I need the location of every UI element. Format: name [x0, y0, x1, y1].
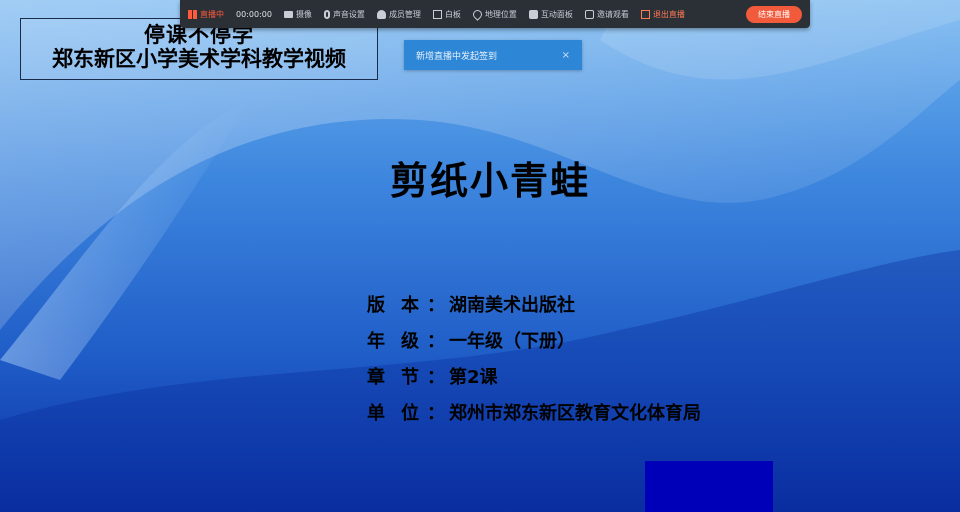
info-value: 一年级（下册） — [449, 331, 575, 352]
info-separator: ： — [427, 367, 445, 388]
notice-text: 新增直播中发起签到 — [416, 51, 498, 62]
video-overlay-block — [645, 461, 773, 512]
info-key-char: 章 — [367, 367, 385, 388]
mic-label: 声音设置 — [332, 9, 365, 19]
members-label: 成员管理 — [388, 9, 421, 19]
info-value: 郑州市郑东新区教育文化体育局 — [449, 403, 701, 424]
location-button[interactable]: 地理位置 — [471, 7, 517, 21]
end-live-button[interactable]: 结束直播 — [746, 5, 802, 23]
notice-close-icon[interactable]: × — [562, 50, 570, 61]
exit-label: 退出直播 — [652, 9, 685, 19]
info-value: 第2课 — [449, 367, 498, 388]
info-key-char: 年 — [367, 331, 385, 352]
members-button[interactable]: 成员管理 — [376, 9, 421, 20]
info-key-char: 单 — [367, 403, 385, 424]
info-separator: ： — [427, 331, 445, 352]
exit-live-button[interactable]: 退出直播 — [640, 9, 685, 20]
info-key: 章节 — [367, 363, 427, 389]
share-button[interactable]: 邀请观看 — [584, 9, 629, 20]
info-key-char: 节 — [401, 367, 419, 388]
whiteboard-button[interactable]: 白板 — [432, 9, 461, 20]
chat-icon — [528, 9, 538, 19]
info-key-char: 级 — [401, 331, 419, 352]
whiteboard-label: 白板 — [444, 9, 461, 19]
camera-icon — [283, 10, 293, 18]
info-separator: ： — [427, 295, 445, 316]
slide-title: 剪纸小青蛙 — [389, 159, 590, 203]
share-icon — [584, 9, 594, 19]
camera-label: 摄像 — [295, 9, 312, 19]
chat-label: 互动面板 — [540, 9, 573, 19]
exit-icon — [640, 9, 650, 19]
live-timer: 00:00:00 — [236, 9, 272, 19]
info-key-char: 版 — [367, 295, 385, 316]
info-key-char: 位 — [401, 403, 419, 424]
watermark-line2: 郑东新区小学美术学科教学视频 — [52, 47, 346, 72]
mic-button[interactable]: 声音设置 — [323, 9, 365, 20]
info-key: 年级 — [367, 327, 427, 353]
chat-button[interactable]: 互动面板 — [528, 9, 573, 20]
microphone-icon — [323, 9, 330, 19]
info-row-chapter: 章节 ： 第2课 — [367, 358, 701, 394]
live-status: 直播中 — [188, 9, 224, 20]
live-status-label: 直播中 — [200, 9, 224, 19]
checkin-notice: 新增直播中发起签到 × — [404, 40, 582, 70]
info-key-char: 本 — [401, 295, 419, 316]
info-key: 版本 — [367, 291, 427, 317]
info-separator: ： — [427, 403, 445, 424]
location-label: 地理位置 — [484, 9, 517, 19]
info-row-unit: 单位 ： 郑州市郑东新区教育文化体育局 — [367, 394, 701, 430]
whiteboard-icon — [432, 9, 442, 19]
info-row-grade: 年级 ： 一年级（下册） — [367, 322, 701, 358]
live-toolbar: 直播中 00:00:00 摄像 声音设置 成员管理 白板 地理位置 互动面板 邀… — [180, 0, 810, 28]
lesson-info: 版本 ： 湖南美术出版社 年级 ： 一年级（下册） 章节 ： 第2课 单位 ： … — [367, 286, 701, 430]
user-icon — [376, 9, 386, 19]
live-bars-icon — [188, 9, 192, 19]
camera-button[interactable]: 摄像 — [283, 9, 312, 20]
location-pin-icon — [471, 7, 484, 21]
info-row-edition: 版本 ： 湖南美术出版社 — [367, 286, 701, 322]
info-key: 单位 — [367, 399, 427, 425]
share-label: 邀请观看 — [596, 9, 629, 19]
info-value: 湖南美术出版社 — [449, 295, 575, 316]
